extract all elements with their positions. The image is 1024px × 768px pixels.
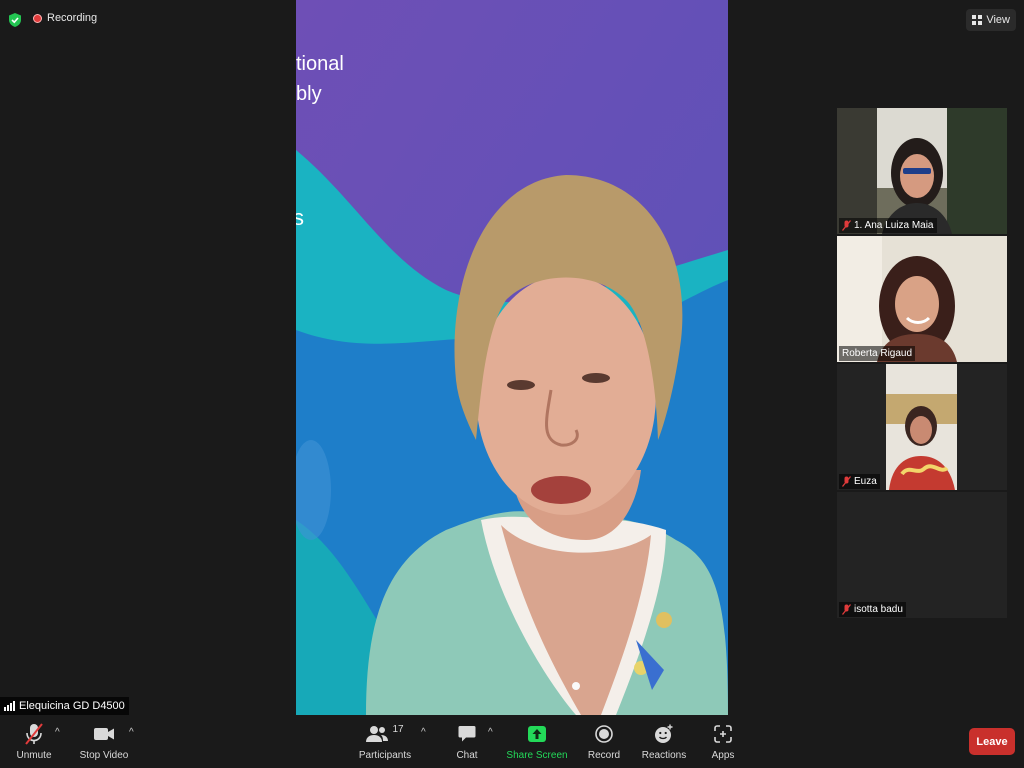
participant-video-1 [837, 108, 1007, 234]
video-options-caret-icon[interactable]: ^ [129, 727, 134, 738]
self-name: Elequicina GD D4500 [19, 700, 125, 712]
apps-button[interactable]: Apps [707, 715, 739, 768]
security-shield-icon[interactable] [7, 12, 23, 28]
chat-label: Chat [456, 750, 478, 761]
mic-muted-icon [842, 604, 851, 615]
recording-indicator[interactable]: Recording [33, 12, 97, 24]
speaker-video-frame: tional bly s [296, 0, 728, 715]
participant-name-3: Euza [854, 476, 877, 487]
mic-muted-icon [842, 476, 851, 487]
chat-button[interactable]: Chat [452, 715, 482, 768]
apps-icon [714, 725, 732, 743]
participant-name-2: Roberta Rigaud [842, 348, 913, 359]
recording-label: Recording [47, 12, 98, 24]
participant-tile-3[interactable]: Euza [837, 364, 1007, 490]
leave-button[interactable]: Leave [969, 728, 1015, 755]
record-icon [595, 725, 613, 743]
reactions-label: Reactions [641, 750, 687, 761]
participant-video-2 [837, 236, 1007, 362]
backdrop-text-line2: bly [296, 83, 322, 105]
participant-name-tag-2: Roberta Rigaud [839, 346, 916, 361]
unmute-label: Unmute [16, 750, 52, 761]
apps-label: Apps [711, 750, 735, 761]
stop-video-button[interactable]: Stop Video [80, 715, 128, 768]
audio-options-caret-icon[interactable]: ^ [55, 727, 60, 738]
participants-label: Participants [358, 750, 412, 761]
share-screen-label: Share Screen [506, 750, 568, 761]
reactions-button[interactable]: Reactions [641, 715, 687, 768]
share-screen-button[interactable]: Share Screen [506, 715, 568, 768]
stop-video-label: Stop Video [79, 750, 129, 761]
chat-options-caret-icon[interactable]: ^ [488, 727, 493, 738]
participants-button[interactable]: 17 Participants [358, 715, 412, 768]
share-screen-icon [528, 726, 546, 742]
unmute-button[interactable]: Unmute [14, 715, 54, 768]
participant-name-1: 1. Ana Luiza Maia [854, 220, 934, 231]
record-label: Record [587, 750, 621, 761]
mic-muted-icon [25, 723, 43, 745]
backdrop-text-line1: tional [296, 53, 344, 75]
record-button[interactable]: Record [586, 715, 622, 768]
view-label: View [986, 14, 1010, 26]
participants-options-caret-icon[interactable]: ^ [421, 727, 426, 738]
grid-view-icon [972, 15, 983, 25]
participant-name-tag-1: 1. Ana Luiza Maia [839, 218, 937, 233]
chat-bubble-icon [458, 726, 476, 742]
backdrop-text-line3: s [296, 205, 304, 230]
active-speaker-video[interactable]: tional bly s [296, 0, 728, 715]
participant-name-tag-4: isotta badu [839, 602, 906, 617]
mic-muted-icon [842, 220, 851, 231]
participant-name-4: isotta badu [854, 604, 903, 615]
participant-video-3 [837, 364, 1007, 490]
recording-dot-icon [33, 13, 42, 23]
participant-tile-4[interactable]: isotta badu [837, 492, 1007, 618]
participant-tile-1[interactable]: 1. Ana Luiza Maia [837, 108, 1007, 234]
video-camera-icon [94, 728, 114, 740]
participant-name-tag-3: Euza [839, 474, 880, 489]
self-view-label: Elequicina GD D4500 [0, 697, 129, 715]
participants-icon [366, 726, 389, 742]
participant-tile-2[interactable]: Roberta Rigaud [837, 236, 1007, 362]
participants-count: 17 [392, 723, 404, 735]
connection-signal-icon [4, 701, 15, 711]
meeting-toolbar: Unmute ^ Stop Video ^ 17 Participants ^ [0, 715, 1024, 768]
reactions-smiley-icon [655, 724, 673, 743]
view-button[interactable]: View [966, 9, 1016, 31]
